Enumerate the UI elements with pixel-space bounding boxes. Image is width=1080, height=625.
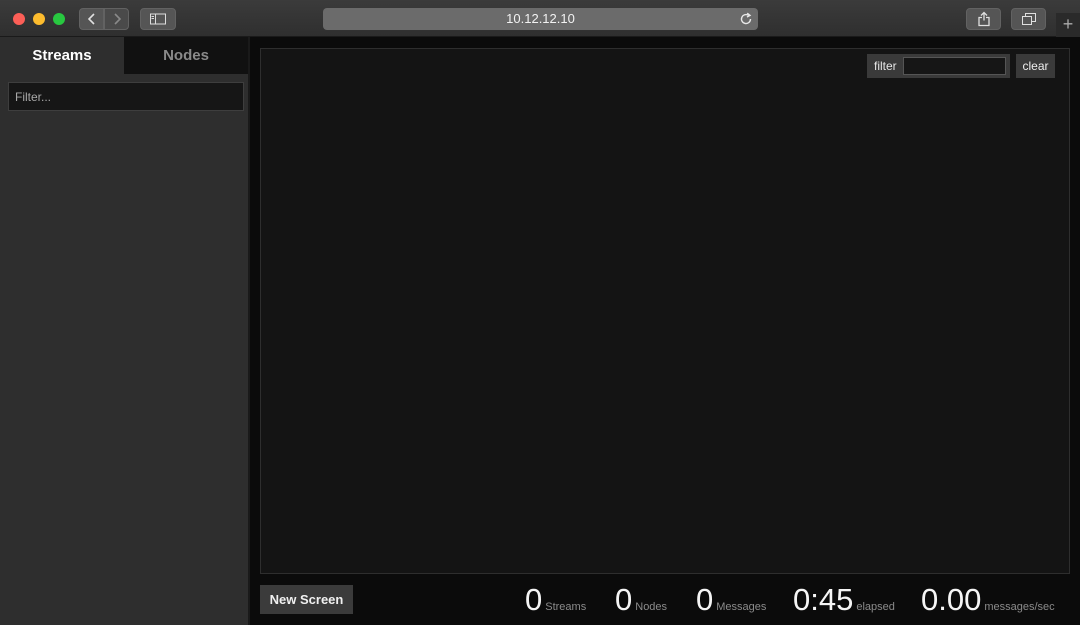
browser-toolbar: 10.12.12.10 + (0, 0, 1080, 37)
chevron-right-icon (113, 13, 121, 25)
stat-label: Streams (545, 601, 587, 613)
stat-label: Nodes (635, 601, 668, 613)
stat-elapsed: 0:45 elapsed (793, 582, 895, 618)
stat-label: messages/sec (984, 601, 1055, 613)
share-button[interactable] (966, 8, 1001, 30)
tab-nodes[interactable]: Nodes (124, 37, 248, 74)
screen-filter-input[interactable] (903, 57, 1006, 75)
stat-value: 0 (525, 582, 543, 617)
screen-filter-group: filter (867, 54, 1010, 78)
address-bar[interactable]: 10.12.12.10 (323, 8, 758, 30)
tabs-icon (1021, 13, 1036, 25)
minimize-window-button[interactable] (33, 13, 45, 25)
main-panel: filter clear New Screen 0 Streams 0 Nodes … (250, 37, 1080, 625)
forward-button[interactable] (104, 8, 129, 30)
sidebar-filter-input[interactable] (8, 82, 244, 111)
stat-messages: 0 Messages (696, 582, 766, 618)
stat-value: 0.00 (921, 582, 982, 617)
stat-label: elapsed (856, 601, 895, 613)
sidebar-icon (150, 13, 166, 25)
close-window-button[interactable] (13, 13, 25, 25)
sidebar-tab-bar: Streams Nodes (0, 37, 248, 74)
screen-panel: filter clear (260, 48, 1070, 574)
stat-value: 0:45 (793, 582, 854, 617)
stat-value: 0 (615, 582, 633, 617)
sidebar: Streams Nodes (0, 37, 250, 625)
stat-rate: 0.00 messages/sec (921, 582, 1055, 618)
back-button[interactable] (79, 8, 104, 30)
sidebar-toggle-button[interactable] (140, 8, 176, 30)
reload-icon[interactable] (739, 12, 753, 26)
stat-streams: 0 Streams (525, 582, 586, 618)
chevron-left-icon (87, 13, 95, 25)
url-text: 10.12.12.10 (506, 11, 575, 26)
zoom-window-button[interactable] (53, 13, 65, 25)
screen-filter-label: filter (874, 59, 897, 73)
show-all-tabs-button[interactable] (1011, 8, 1046, 30)
new-screen-button[interactable]: New Screen (260, 585, 353, 614)
clear-button[interactable]: clear (1016, 54, 1055, 78)
share-icon (977, 11, 990, 27)
tab-streams[interactable]: Streams (0, 37, 124, 74)
stat-nodes: 0 Nodes (615, 582, 667, 618)
new-tab-button[interactable]: + (1056, 13, 1080, 37)
stat-value: 0 (696, 582, 714, 617)
stat-label: Messages (716, 601, 767, 613)
